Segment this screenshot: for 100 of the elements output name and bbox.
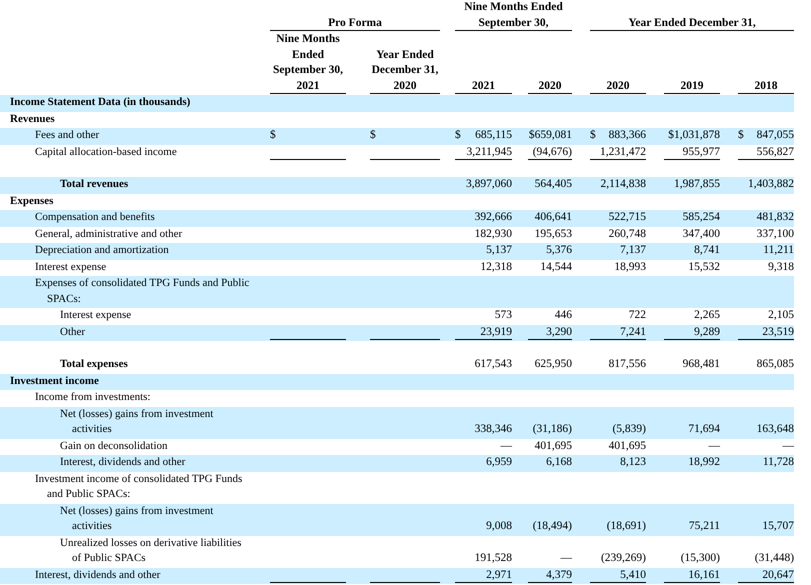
table-cell: 20,647 bbox=[762, 568, 794, 580]
column-header: 2021 bbox=[472, 80, 496, 92]
column-group-header: Nine Months Ended September 30, bbox=[464, 1, 563, 28]
currency-sign: $ bbox=[590, 128, 596, 143]
column-header: 2018 bbox=[754, 80, 778, 92]
table-cell-text: 883,366 bbox=[608, 128, 646, 143]
table-cell: (18,494) bbox=[532, 520, 572, 532]
row-label: Interest, dividends and other bbox=[60, 455, 186, 470]
column-group-header: Year Ended December 31, bbox=[628, 16, 756, 28]
table-cell: 260,748 bbox=[608, 228, 646, 240]
table-cell: 446 bbox=[554, 309, 572, 321]
table-cell: 401,695 bbox=[608, 440, 646, 452]
row-label: Capital allocation-based income bbox=[35, 144, 178, 160]
row-label: Gain on deconsolidation bbox=[60, 438, 169, 454]
column-header: Nine Months Ended September 30, 2021 bbox=[272, 33, 344, 92]
row-label: Net (losses) gains from investment activities bbox=[60, 406, 214, 437]
table-cell: 8,123 bbox=[620, 456, 646, 468]
table-cell: 722 bbox=[628, 309, 646, 321]
table-cell: 817,556 bbox=[608, 358, 646, 370]
table-cell: 522,715 bbox=[608, 211, 646, 223]
table-cell: 1,987,855 bbox=[674, 178, 720, 190]
row-label: Fees and other bbox=[35, 128, 100, 143]
table-cell: $1,031,878 bbox=[668, 129, 720, 141]
table-cell: 481,832 bbox=[756, 211, 794, 223]
table-cell: 18,993 bbox=[614, 260, 646, 272]
table-cell: 968,481 bbox=[682, 358, 720, 370]
table-cell: 617,543 bbox=[474, 358, 512, 370]
row-label: General, administrative and other bbox=[35, 226, 184, 242]
table-cell: 191,528 bbox=[474, 552, 512, 564]
table-cell: 11,211 bbox=[763, 244, 794, 256]
table-cell: 347,400 bbox=[682, 228, 720, 240]
table-cell: 5,137 bbox=[486, 244, 512, 256]
table-cell: 71,694 bbox=[688, 423, 720, 435]
table-cell: (18,691) bbox=[606, 520, 646, 532]
row-label: Interest expense bbox=[60, 308, 132, 323]
table-cell: 2,114,838 bbox=[600, 178, 646, 190]
table-cell: (5,839) bbox=[612, 423, 646, 435]
currency-sign: $ bbox=[370, 128, 376, 143]
table-cell: 401,695 bbox=[534, 440, 572, 452]
column-header: Year Ended December 31, 2020 bbox=[372, 48, 438, 92]
table-cell: — bbox=[500, 440, 512, 452]
row-label: Other bbox=[60, 324, 86, 340]
table-cell: 4,379 bbox=[546, 568, 572, 580]
table-cell: 15,707 bbox=[762, 520, 794, 532]
table-cell: 8,741 bbox=[694, 244, 720, 256]
row-label: Compensation and benefits bbox=[35, 210, 156, 225]
total-label: Total revenues bbox=[60, 177, 130, 192]
table-cell: 564,405 bbox=[534, 178, 572, 190]
table-cell: 556,827 bbox=[756, 146, 794, 158]
table-cell: 1,403,882 bbox=[748, 178, 794, 190]
table-cell: 14,544 bbox=[540, 260, 572, 272]
table-cell-text: 847,055 bbox=[756, 128, 794, 143]
column-header: 2020 bbox=[606, 80, 630, 92]
table-cell: 406,641 bbox=[534, 211, 572, 223]
column-group-header: Pro Forma bbox=[328, 16, 382, 28]
table-cell: 585,254 bbox=[682, 211, 720, 223]
table-cell: 23,519 bbox=[762, 326, 794, 338]
table-cell: 7,241 bbox=[620, 326, 646, 338]
table-cell: 573 bbox=[494, 309, 512, 321]
table-cell: 392,666 bbox=[474, 211, 512, 223]
table-cell-text: 685,115 bbox=[475, 128, 512, 143]
table-cell: (31,186) bbox=[532, 423, 572, 435]
table-cell: 2,265 bbox=[694, 309, 720, 321]
section-heading: Expenses bbox=[10, 194, 54, 208]
table-cell: 1,231,472 bbox=[600, 146, 646, 158]
table-cell: — bbox=[782, 440, 794, 452]
table-cell: 182,930 bbox=[474, 228, 512, 240]
currency-sign: $ bbox=[270, 128, 276, 143]
column-header: 2019 bbox=[680, 80, 704, 92]
table-cell: 18,992 bbox=[688, 456, 720, 468]
section-heading: Income Statement Data (in thousands) bbox=[10, 95, 192, 110]
table-cell: 12,318 bbox=[480, 260, 512, 272]
row-label: Income from investments: bbox=[35, 390, 152, 405]
table-cell: — bbox=[708, 440, 720, 452]
table-cell: 75,211 bbox=[688, 520, 720, 532]
row-label: Interest, dividends and other bbox=[35, 568, 162, 582]
row-label: Investment income of consolidated TPG Funds and Public SPACs: bbox=[35, 472, 244, 502]
table-cell: 6,959 bbox=[486, 456, 512, 468]
table-cell: $659,081 bbox=[528, 129, 572, 141]
table-cell: 7,137 bbox=[620, 244, 646, 256]
table-cell: (31,448) bbox=[754, 552, 794, 564]
section-heading: Investment income bbox=[10, 374, 100, 388]
currency-sign: $ bbox=[738, 128, 744, 143]
table-cell: 9,318 bbox=[768, 260, 794, 272]
table-cell: 625,950 bbox=[534, 358, 572, 370]
table-cell: 3,897,060 bbox=[466, 178, 512, 190]
table-cell: 15,532 bbox=[688, 260, 720, 272]
section-heading: Revenues bbox=[10, 112, 56, 126]
table-cell: (239,269) bbox=[600, 552, 646, 564]
table-cell: 2,105 bbox=[768, 309, 794, 321]
table-cell: 337,100 bbox=[756, 228, 794, 240]
currency-sign: $ bbox=[455, 128, 461, 143]
table-cell: 2,971 bbox=[486, 568, 512, 580]
table-cell: 6,168 bbox=[546, 456, 572, 468]
column-header: 2020 bbox=[538, 80, 562, 92]
table-cell: 195,653 bbox=[534, 228, 572, 240]
table-cell: 9,008 bbox=[486, 520, 512, 532]
table-cell: 3,290 bbox=[546, 326, 572, 338]
table-cell: 16,161 bbox=[688, 568, 720, 580]
table-cell: (94,676) bbox=[532, 146, 572, 158]
